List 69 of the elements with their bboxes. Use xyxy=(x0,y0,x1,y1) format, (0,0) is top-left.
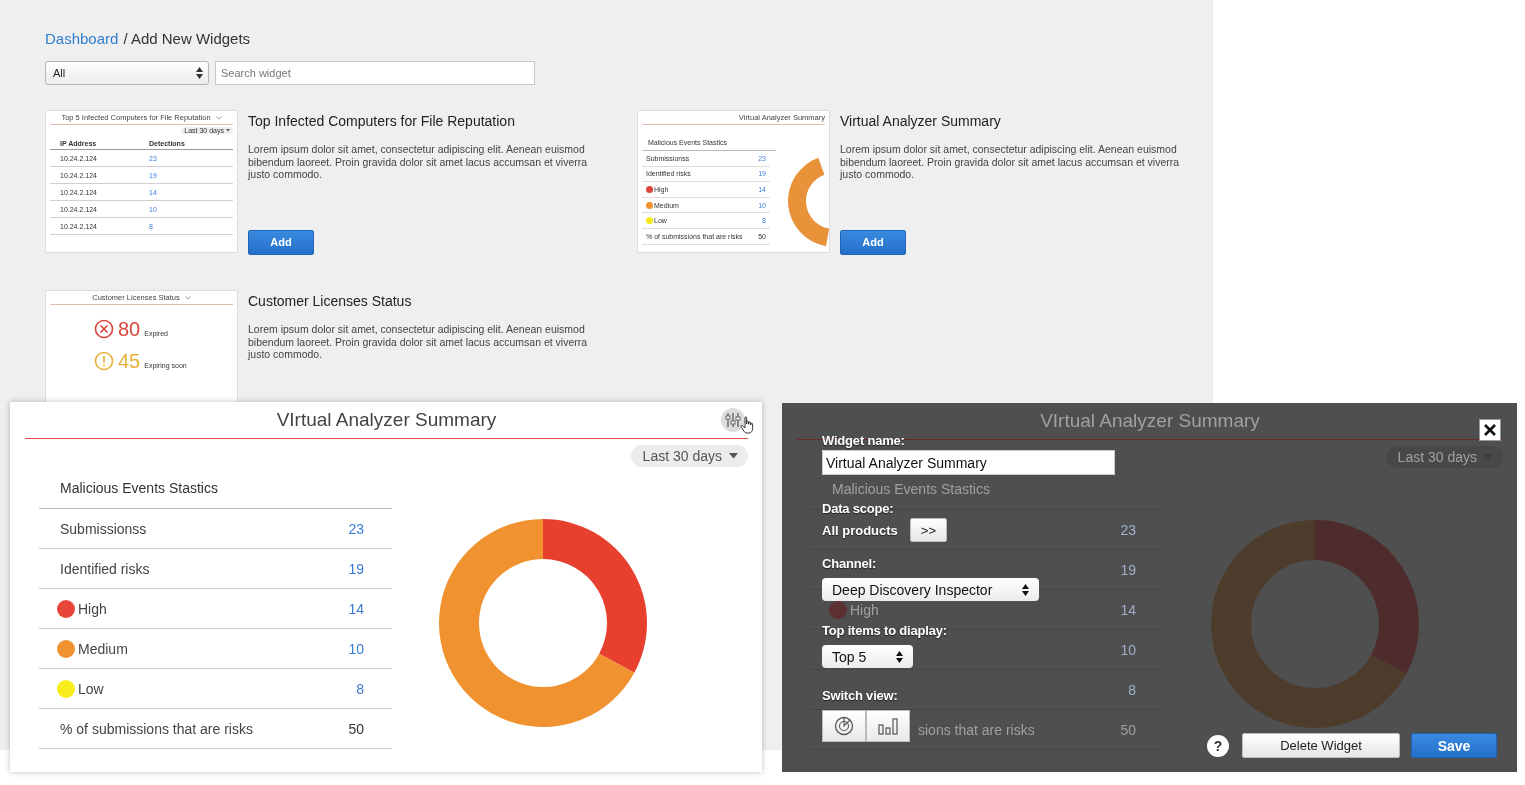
close-button[interactable] xyxy=(1479,419,1501,441)
bar-view-button[interactable] xyxy=(866,710,910,742)
field-label: Channel: xyxy=(822,556,876,572)
search-field[interactable]: Search widget xyxy=(215,61,535,85)
field-label: Top items to diaplay: xyxy=(822,623,947,639)
data-scope-value: All products xyxy=(822,522,898,538)
updown-arrows-icon xyxy=(196,67,203,79)
row-value: 23 xyxy=(1120,521,1136,538)
caret-icon xyxy=(729,453,738,459)
widget-description: Lorem ipsum dolor sit amet, consectetur adipiscing elit. Aenean euismod bibendum laoreet. Proin gravida dolor sit amet lacus accumsan et viverra justo commodo. xyxy=(248,323,589,361)
widget-description: Lorem ipsum dolor sit amet, consectetur adipiscing elit. Aenean euismod bibendum laoreet. Proin gravida dolor sit amet lacus accumsan et viverra justo commodo. xyxy=(248,143,589,181)
category-select[interactable]: All xyxy=(45,61,209,85)
breadcrumb-current: / Add New Widgets xyxy=(123,29,251,47)
row-label: Medium xyxy=(78,640,128,657)
breadcrumb-link[interactable]: Dashboard xyxy=(45,29,119,47)
row-value: 14 xyxy=(348,600,364,617)
row-label: Identified risks xyxy=(60,560,150,577)
donut-view-button[interactable] xyxy=(822,710,866,742)
row-value: 19 xyxy=(1120,561,1136,578)
updown-arrows-icon xyxy=(896,650,904,663)
widget-title: Top Infected Computers for File Reputation xyxy=(248,113,516,129)
delete-widget-button[interactable]: Delete Widget xyxy=(1242,733,1400,758)
widget-title: VIrtual Analyzer Summary xyxy=(276,409,497,431)
bar-chart-icon xyxy=(878,717,898,735)
row-label: Low xyxy=(78,680,104,697)
row-value: 14 xyxy=(1120,601,1136,618)
add-button[interactable]: Add xyxy=(248,229,314,255)
row-value: 8 xyxy=(1128,681,1136,698)
hand-cursor-icon xyxy=(740,416,756,434)
dropdown-select[interactable]: Top 5 xyxy=(822,645,914,668)
field-label: Data scope: xyxy=(822,501,894,517)
warning-circle-icon xyxy=(94,351,114,371)
caret-icon xyxy=(226,129,230,132)
data-scope-button[interactable]: >> xyxy=(909,518,948,542)
help-button[interactable]: ? xyxy=(1207,734,1229,757)
error-circle-icon xyxy=(94,319,114,339)
row-label: Submissionss xyxy=(60,520,147,537)
row-value: 19 xyxy=(348,560,364,577)
license-count: 80 xyxy=(118,319,141,339)
chevron-icon xyxy=(215,115,222,120)
row-label: High xyxy=(78,600,107,617)
settings-button[interactable] xyxy=(721,408,745,432)
row-value: 10 xyxy=(1120,641,1136,658)
row-value: 23 xyxy=(348,520,364,537)
table-heading: Malicious Events Stastics xyxy=(39,467,392,509)
widget-name-field[interactable]: Virtual Analyzer Summary xyxy=(822,450,1115,475)
sliders-icon xyxy=(725,413,741,427)
save-button[interactable]: Save xyxy=(1411,733,1497,758)
widget-description: Lorem ipsum dolor sit amet, consectetur adipiscing elit. Aenean euismod bibendum laoreet. Proin gravida dolor sit amet lacus accumsan et viverra justo commodo. xyxy=(840,143,1181,181)
close-icon xyxy=(1484,424,1496,436)
field-label: Switch view: xyxy=(822,688,898,704)
updown-arrows-icon xyxy=(1022,583,1030,596)
dropdown-select[interactable]: Deep Discovery Inspector xyxy=(822,578,1040,601)
pie-chart-icon xyxy=(834,716,854,736)
chevron-icon xyxy=(184,295,191,300)
widget-title: Virtual Analyzer Summary xyxy=(840,113,1002,129)
row-label: High xyxy=(850,601,879,618)
row-value: 10 xyxy=(348,640,364,657)
row-value: 50 xyxy=(1120,721,1136,738)
widget-title: Customer Licenses Status xyxy=(248,293,413,309)
widget-title: VIrtual Analyzer Summary xyxy=(1040,410,1260,432)
license-count: 45 xyxy=(118,351,141,371)
date-range-dropdown[interactable]: Last 30 days xyxy=(630,445,748,467)
row-label: sions that are risks xyxy=(918,721,1035,738)
row-value: 50 xyxy=(348,720,364,737)
field-label: Widget name: xyxy=(822,433,905,449)
add-button[interactable]: Add xyxy=(840,229,906,255)
row-label: % of submissions that are risks xyxy=(60,720,253,737)
row-value: 8 xyxy=(356,680,364,697)
